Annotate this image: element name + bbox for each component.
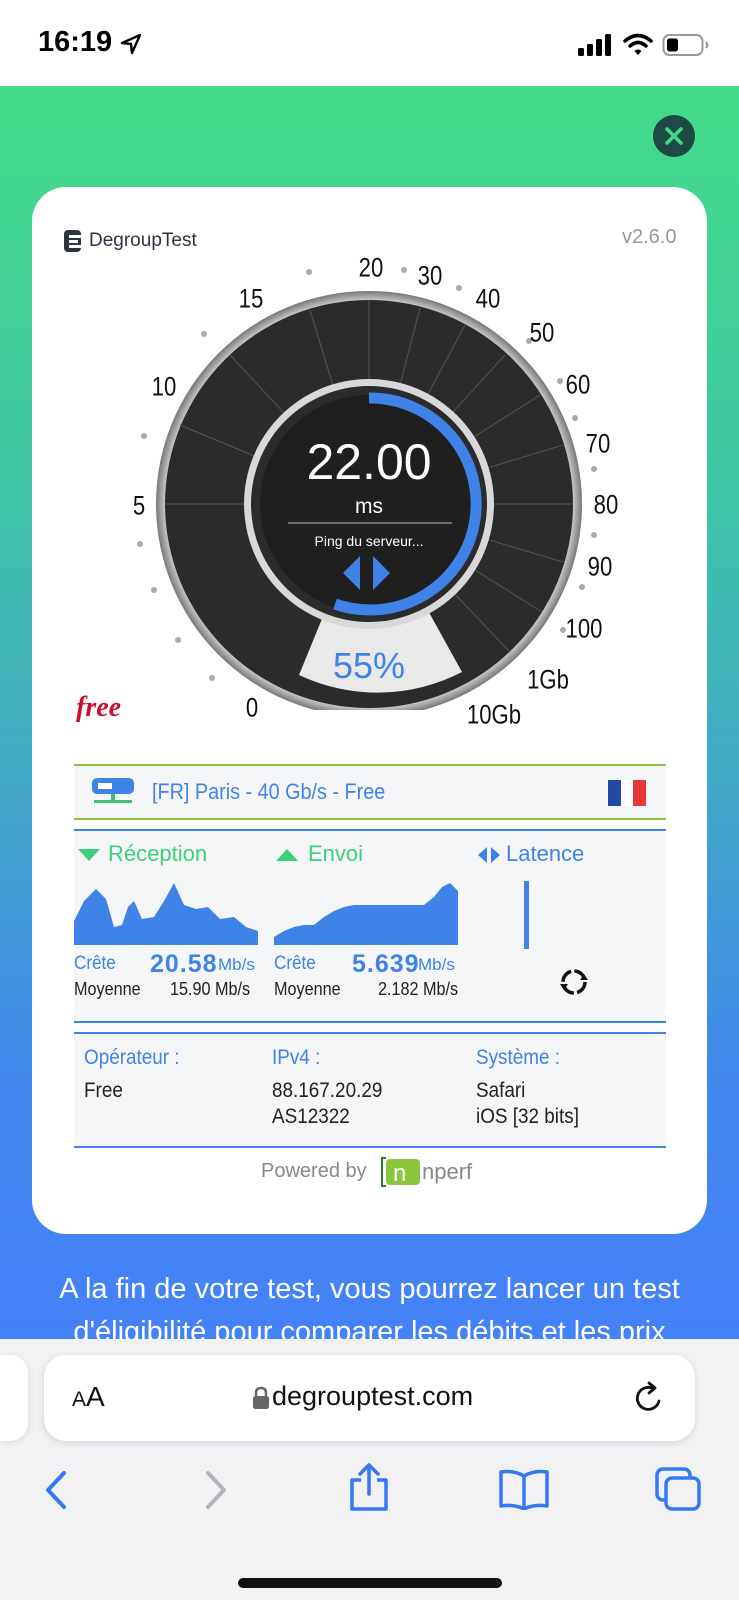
server-icon bbox=[92, 778, 134, 803]
ping-value: 22.00 bbox=[306, 434, 432, 490]
close-icon bbox=[665, 127, 683, 145]
url-text[interactable]: degrouptest.com bbox=[272, 1381, 473, 1412]
scale-label-70: 70 bbox=[585, 428, 611, 459]
france-flag-icon bbox=[608, 780, 647, 806]
tabs-icon[interactable] bbox=[654, 1466, 702, 1512]
nperf-n: n bbox=[393, 1160, 406, 1187]
progress-percentage: 55% bbox=[332, 645, 406, 686]
share-icon[interactable] bbox=[348, 1462, 390, 1512]
scale-label-90: 90 bbox=[587, 551, 613, 582]
scale-label-20: 20 bbox=[358, 252, 384, 283]
reception-graph bbox=[74, 883, 258, 945]
server-selector[interactable]: [FR] Paris - 40 Gb/s - Free bbox=[74, 764, 666, 820]
bookmarks-icon[interactable] bbox=[498, 1468, 550, 1510]
envoi-peak-unit: Mb/s bbox=[418, 955, 455, 974]
forward-icon[interactable] bbox=[200, 1470, 230, 1510]
envoi-peak-value: 5.639 bbox=[352, 950, 420, 978]
reception-peak-value: 20.58 bbox=[150, 950, 218, 978]
scale-label-100: 100 bbox=[565, 613, 603, 644]
previous-tab-preview[interactable] bbox=[0, 1355, 28, 1441]
operator-value: Free bbox=[84, 1079, 123, 1102]
home-indicator[interactable] bbox=[238, 1578, 502, 1588]
envoi-graph bbox=[274, 883, 458, 945]
promo-line-1: A la fin de votre test, vous pourrez lan… bbox=[59, 1273, 680, 1305]
ipv4-label: IPv4 : bbox=[272, 1046, 321, 1069]
scale-label-80: 80 bbox=[593, 489, 619, 520]
results-panel: Réception Crête 20.58 Mb/s Moyenne 15.90… bbox=[74, 829, 666, 1023]
ipv4-value: 88.167.20.29 bbox=[272, 1079, 383, 1102]
envoi-peak-label: Crête bbox=[274, 953, 316, 974]
lock-icon bbox=[253, 1386, 269, 1409]
download-arrow-icon bbox=[78, 849, 100, 861]
version-label: v2.6.0 bbox=[622, 226, 677, 248]
back-icon[interactable] bbox=[42, 1470, 72, 1510]
scale-label-60: 60 bbox=[565, 369, 591, 400]
asn-value: AS12322 bbox=[272, 1105, 350, 1128]
browser-value: Safari bbox=[476, 1079, 526, 1102]
aa-big: A bbox=[86, 1381, 105, 1412]
reception-peak-unit: Mb/s bbox=[218, 955, 255, 974]
reception-peak-label: Crête bbox=[74, 953, 116, 974]
scale-label-15: 15 bbox=[238, 283, 264, 314]
os-value: iOS [32 bits] bbox=[476, 1105, 579, 1128]
envoi-title: Envoi bbox=[308, 841, 364, 866]
scale-label-10: 10 bbox=[151, 371, 177, 402]
status-time: 16:19 bbox=[38, 26, 113, 58]
powered-by-label: Powered by bbox=[261, 1160, 367, 1182]
scale-label-10gb: 10Gb bbox=[466, 699, 522, 730]
promo-text: A la fin de votre test, vous pourrez lan… bbox=[0, 1268, 739, 1339]
latency-arrows-icon bbox=[478, 847, 500, 863]
scale-label-50: 50 bbox=[529, 317, 555, 348]
envoi-avg-label: Moyenne bbox=[274, 979, 341, 999]
reader-settings-button[interactable]: AA bbox=[72, 1381, 105, 1413]
status-bar: 16:19 bbox=[0, 0, 739, 86]
scale-label-0: 0 bbox=[245, 692, 259, 723]
system-label: Système : bbox=[476, 1046, 561, 1069]
cellular-signal-icon bbox=[578, 34, 611, 56]
scale-label-30: 30 bbox=[417, 260, 443, 291]
wifi-icon bbox=[623, 33, 653, 55]
ping-unit: ms bbox=[355, 495, 383, 518]
connection-info-panel: Opérateur : Free IPv4 : 88.167.20.29 AS1… bbox=[74, 1032, 666, 1148]
degrouptest-logo-icon bbox=[64, 230, 81, 252]
close-button[interactable] bbox=[653, 115, 695, 157]
latence-graph bbox=[524, 881, 529, 949]
reception-avg-value: 15.90 Mb/s bbox=[170, 979, 251, 999]
reload-icon[interactable] bbox=[632, 1380, 666, 1416]
scale-label-1gb: 1Gb bbox=[527, 664, 569, 695]
aa-small: A bbox=[72, 1388, 87, 1411]
promo-line-2: d'éligibilité pour comparer les débits e… bbox=[73, 1316, 666, 1339]
operator-label: Opérateur : bbox=[84, 1046, 180, 1069]
test-status: Ping du serveur... bbox=[314, 533, 424, 549]
upload-arrow-icon bbox=[276, 849, 298, 861]
scale-label-40: 40 bbox=[475, 283, 501, 314]
server-label: [FR] Paris - 40 Gb/s - Free bbox=[152, 779, 386, 804]
reception-title: Réception bbox=[108, 841, 208, 866]
envoi-avg-value: 2.182 Mb/s bbox=[378, 979, 459, 999]
nperf-brand: nperf bbox=[422, 1159, 473, 1184]
scale-label-5: 5 bbox=[132, 490, 146, 521]
isp-logo: free bbox=[76, 692, 122, 723]
latence-title: Latence bbox=[506, 841, 585, 866]
reception-avg-label: Moyenne bbox=[74, 979, 141, 999]
refresh-icon[interactable] bbox=[558, 966, 590, 998]
battery-icon bbox=[662, 34, 709, 56]
location-arrow-icon bbox=[120, 33, 142, 55]
nperf-logo[interactable]: n nperf bbox=[380, 1154, 484, 1190]
